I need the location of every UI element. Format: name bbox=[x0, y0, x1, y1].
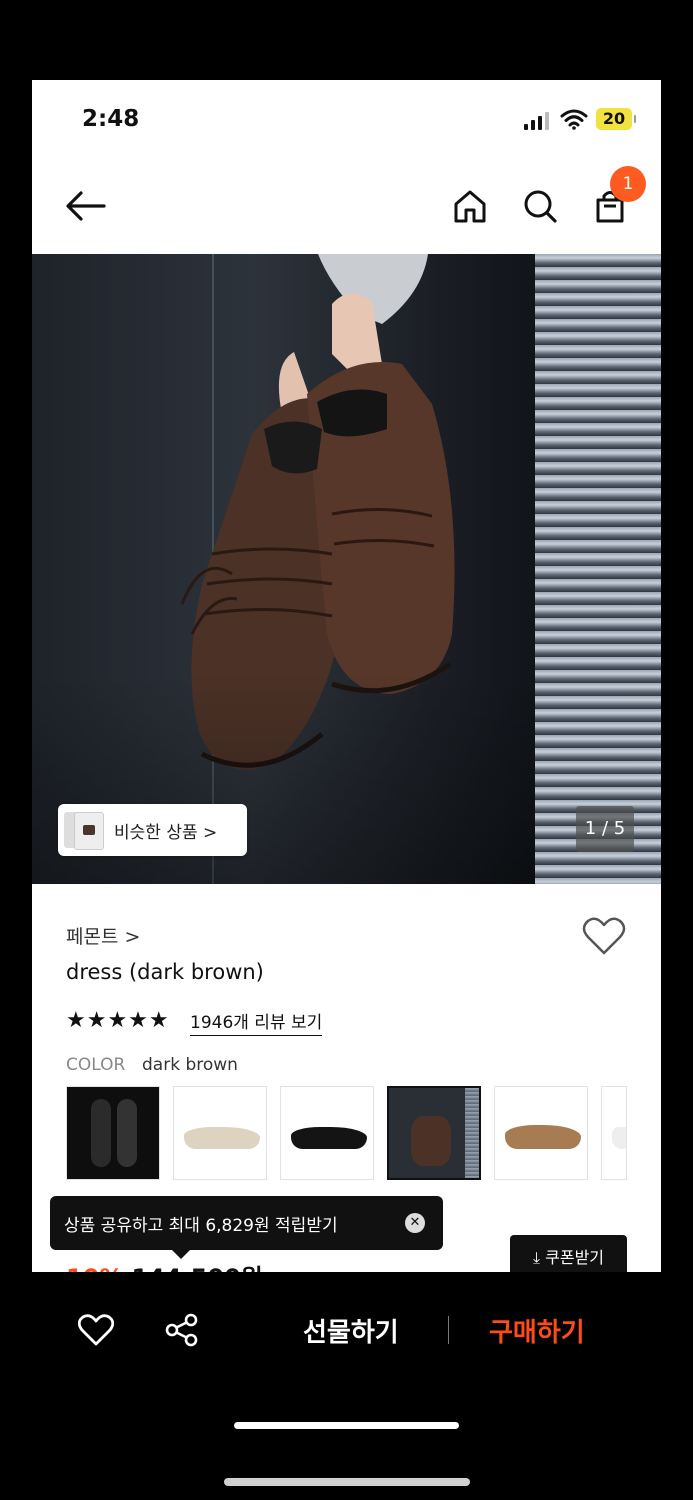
color-value: dark brown bbox=[142, 1055, 238, 1075]
image-page-indicator: 1 / 5 bbox=[576, 806, 634, 852]
color-swatches bbox=[66, 1086, 661, 1182]
rating-stars: ★★★★★ bbox=[66, 1008, 170, 1033]
swatch-white[interactable] bbox=[601, 1086, 627, 1180]
brand-link[interactable]: 페몬트 > bbox=[66, 922, 140, 949]
back-arrow-icon[interactable] bbox=[64, 190, 106, 222]
share-reward-text: 상품 공유하고 최대 6,829원 적립받기 bbox=[64, 1216, 338, 1236]
home-icon[interactable] bbox=[452, 188, 488, 224]
search-icon[interactable] bbox=[522, 188, 558, 224]
status-bar: 2:48 20 bbox=[32, 80, 661, 160]
swatch-dark-brown[interactable] bbox=[387, 1086, 481, 1180]
coupon-button[interactable]: ⤓ 쿠폰받기 bbox=[510, 1235, 627, 1272]
wishlist-heart-icon[interactable] bbox=[582, 916, 626, 956]
wifi-icon bbox=[560, 109, 588, 130]
gift-button[interactable]: 선물하기 bbox=[303, 1312, 399, 1349]
reviews-link[interactable]: 1946개 리뷰 보기 bbox=[190, 1008, 323, 1036]
battery-indicator: 20 bbox=[596, 108, 636, 130]
divider bbox=[448, 1316, 449, 1344]
color-label: COLOR bbox=[66, 1055, 126, 1075]
home-indicator[interactable] bbox=[234, 1422, 459, 1429]
top-nav bbox=[32, 160, 661, 254]
bottom-action-bar: 선물하기 구매하기 bbox=[0, 1272, 693, 1500]
swatch-black-2[interactable] bbox=[280, 1086, 374, 1180]
product-name: dress (dark brown) bbox=[66, 960, 264, 984]
heart-icon[interactable] bbox=[78, 1314, 114, 1346]
close-icon[interactable]: ✕ bbox=[405, 1213, 425, 1233]
product-image-gallery[interactable]: 비슷한 상품 > 1 / 5 bbox=[32, 254, 661, 884]
share-reward-tooltip: 상품 공유하고 최대 6,829원 적립받기 ✕ bbox=[50, 1196, 443, 1259]
system-gesture-bar bbox=[224, 1478, 470, 1486]
swatch-black-1[interactable] bbox=[66, 1086, 160, 1180]
share-icon[interactable] bbox=[164, 1312, 200, 1348]
cart-count-badge: 1 bbox=[610, 166, 646, 202]
signal-icon bbox=[524, 112, 552, 130]
sale-price: 144,500원 bbox=[131, 1264, 262, 1272]
similar-thumb bbox=[74, 812, 104, 850]
similar-products-label: 비슷한 상품 > bbox=[114, 823, 218, 843]
similar-products-button[interactable]: 비슷한 상품 > bbox=[58, 804, 247, 856]
swatch-cream[interactable] bbox=[173, 1086, 267, 1180]
wall-ribs bbox=[535, 254, 661, 884]
swatch-tan[interactable] bbox=[494, 1086, 588, 1180]
app-screen: 2:48 20 1 비슷한 상품 > 1 / 5 페몬트 > dress (da… bbox=[32, 80, 661, 1272]
status-time: 2:48 bbox=[82, 106, 140, 132]
price-row: 10% 144,500원 bbox=[66, 1258, 263, 1272]
buy-button[interactable]: 구매하기 bbox=[489, 1312, 585, 1349]
discount-rate: 10% bbox=[66, 1264, 123, 1272]
